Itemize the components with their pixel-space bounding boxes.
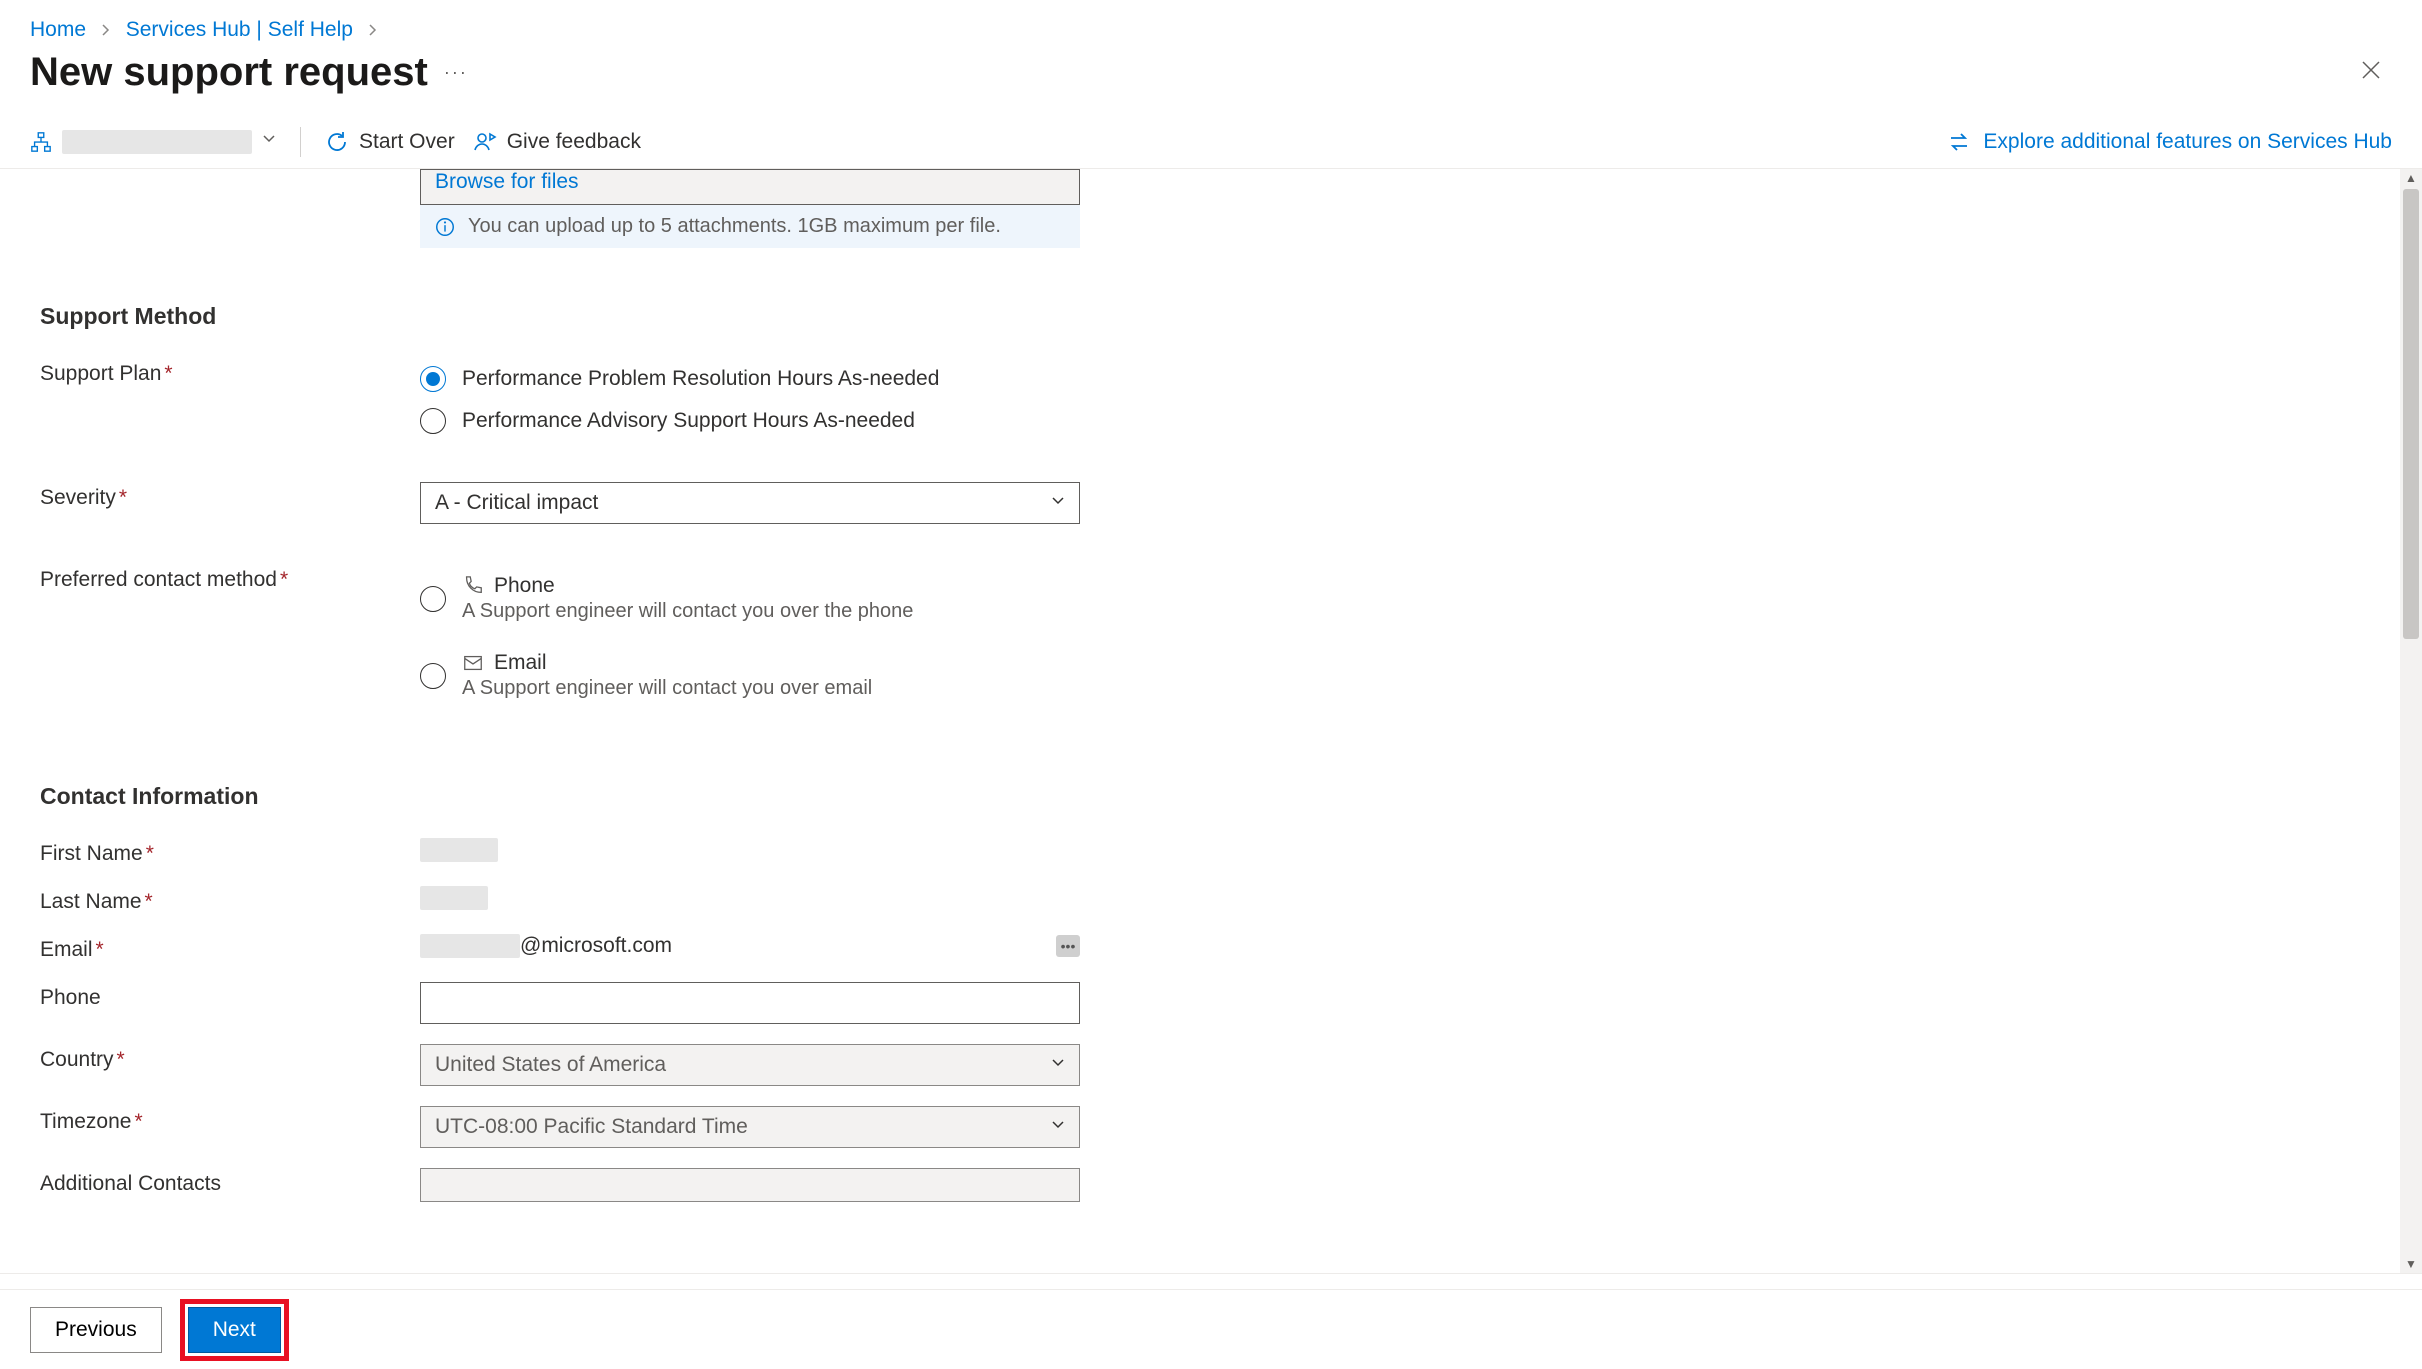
give-feedback-button[interactable]: Give feedback (473, 130, 641, 154)
timezone-value: UTC-08:00 Pacific Standard Time (435, 1115, 748, 1139)
radio-contact-email-desc: A Support engineer will contact you over… (462, 677, 872, 700)
timezone-select[interactable]: UTC-08:00 Pacific Standard Time (420, 1106, 1080, 1148)
label-country: Country* (40, 1044, 420, 1072)
radio-icon (420, 663, 446, 689)
label-email: Email* (40, 934, 420, 962)
radio-contact-phone-desc: A Support engineer will contact you over… (462, 600, 913, 623)
radio-contact-phone-label: Phone (494, 574, 555, 598)
radio-icon (420, 366, 446, 392)
start-over-label: Start Over (359, 130, 455, 154)
feedback-icon (473, 130, 497, 154)
upload-info: You can upload up to 5 attachments. 1GB … (420, 205, 1080, 248)
radio-support-plan-1-label: Performance Problem Resolution Hours As-… (462, 367, 939, 391)
close-button[interactable] (2360, 57, 2392, 88)
email-suffix: @microsoft.com (520, 934, 672, 958)
label-phone: Phone (40, 982, 420, 1010)
radio-support-plan-2[interactable]: Performance Advisory Support Hours As-ne… (420, 400, 1080, 442)
subscription-selector[interactable] (30, 130, 276, 154)
previous-button[interactable]: Previous (30, 1307, 162, 1353)
radio-support-plan-2-label: Performance Advisory Support Hours As-ne… (462, 409, 915, 433)
label-preferred-contact: Preferred contact method* (40, 564, 420, 592)
more-actions-button[interactable]: ··· (444, 62, 468, 83)
label-timezone: Timezone* (40, 1106, 420, 1134)
scroll-down-arrow[interactable]: ▼ (2400, 1257, 2422, 1271)
chevron-right-icon (367, 18, 379, 42)
country-select[interactable]: United States of America (420, 1044, 1080, 1086)
email-icon (462, 652, 484, 674)
section-contact-info: Contact Information (40, 783, 2382, 810)
next-button[interactable]: Next (188, 1307, 281, 1353)
first-name-value-redacted (420, 838, 498, 862)
footer: Previous Next (0, 1289, 2422, 1369)
separator (300, 127, 301, 157)
browse-files-link[interactable]: Browse for files (435, 170, 579, 193)
radio-icon (420, 408, 446, 434)
country-value: United States of America (435, 1053, 666, 1077)
subscription-name-redacted (62, 130, 252, 154)
scroll-up-arrow[interactable]: ▲ (2400, 171, 2422, 185)
label-additional-contacts: Additional Contacts (40, 1168, 420, 1196)
label-severity: Severity* (40, 482, 420, 510)
email-more-button[interactable]: ••• (1056, 935, 1080, 957)
toolbar: Start Over Give feedback Explore additio… (0, 115, 2422, 169)
vertical-scrollbar[interactable]: ▲ ▼ (2400, 169, 2422, 1273)
info-icon (434, 216, 456, 238)
explore-services-hub-link[interactable]: Explore additional features on Services … (1947, 130, 2392, 154)
explore-label: Explore additional features on Services … (1983, 130, 2392, 154)
upload-info-text: You can upload up to 5 attachments. 1GB … (468, 215, 1001, 238)
radio-contact-email[interactable]: Email A Support engineer will contact yo… (420, 641, 1080, 718)
chevron-right-icon (100, 18, 112, 42)
hierarchy-icon (30, 131, 52, 153)
refresh-icon (325, 130, 349, 154)
radio-support-plan-1[interactable]: Performance Problem Resolution Hours As-… (420, 358, 1080, 400)
breadcrumb-services-hub[interactable]: Services Hub | Self Help (126, 18, 353, 41)
phone-icon (462, 575, 484, 597)
chevron-down-icon (1051, 1056, 1065, 1075)
radio-icon (420, 586, 446, 612)
label-support-plan: Support Plan* (40, 358, 420, 386)
chevron-down-icon (1051, 494, 1065, 513)
severity-select[interactable]: A - Critical impact (420, 482, 1080, 524)
scrollbar-thumb[interactable] (2403, 189, 2419, 639)
breadcrumb-home[interactable]: Home (30, 18, 86, 41)
file-upload-dropzone[interactable]: Browse for files (420, 169, 1080, 205)
highlight-frame: Next (180, 1299, 289, 1361)
label-last-name: Last Name* (40, 886, 420, 914)
page-title: New support request (30, 50, 428, 95)
email-prefix-redacted (420, 934, 520, 958)
chevron-down-icon (1051, 1118, 1065, 1137)
severity-value: A - Critical impact (435, 491, 598, 515)
phone-input[interactable] (420, 982, 1080, 1024)
label-first-name: First Name* (40, 838, 420, 866)
start-over-button[interactable]: Start Over (325, 130, 455, 154)
swap-icon (1947, 130, 1971, 154)
radio-contact-phone[interactable]: Phone A Support engineer will contact yo… (420, 564, 1080, 641)
chevron-down-icon (262, 132, 276, 151)
give-feedback-label: Give feedback (507, 130, 641, 154)
breadcrumb: Home Services Hub | Self Help (0, 0, 2422, 50)
additional-contacts-input[interactable] (420, 1168, 1080, 1202)
radio-contact-email-label: Email (494, 651, 547, 675)
section-support-method: Support Method (40, 303, 2382, 330)
last-name-value-redacted (420, 886, 488, 910)
